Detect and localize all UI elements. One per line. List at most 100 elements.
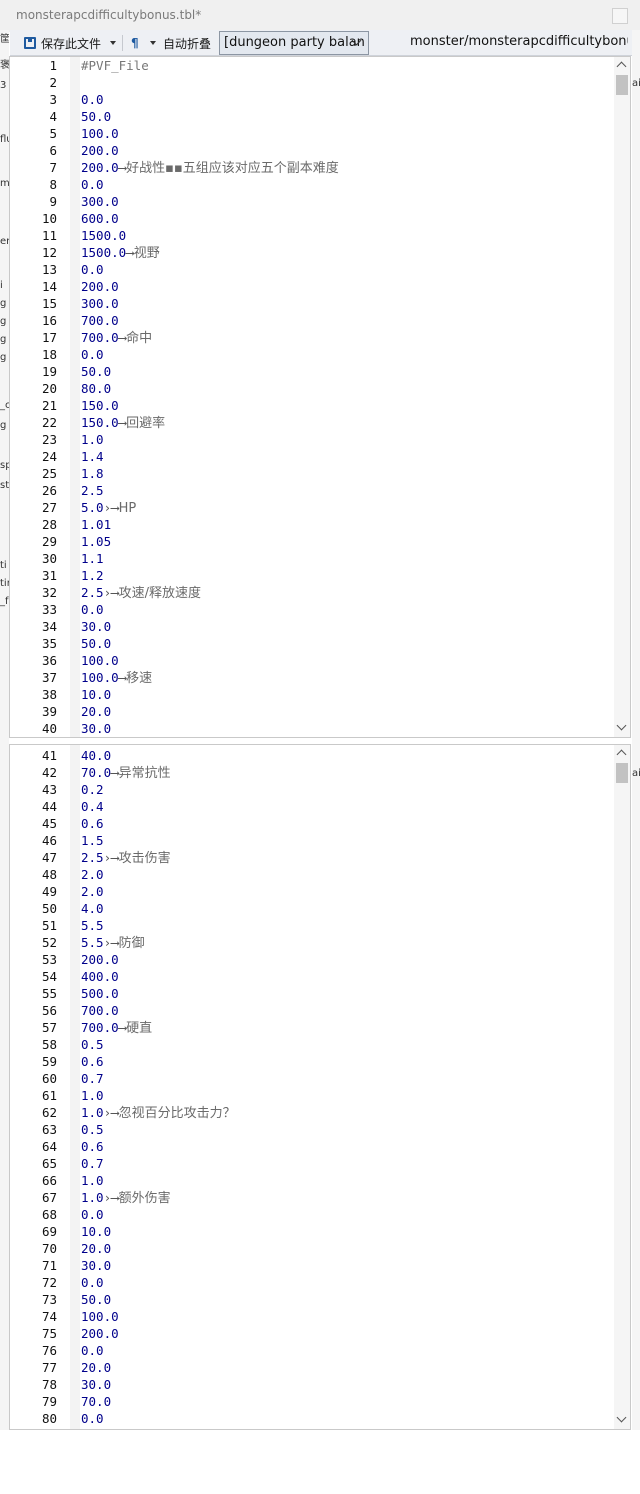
- chevron-up-icon[interactable]: [616, 61, 627, 72]
- code-line[interactable]: 31 1.2: [10, 567, 615, 584]
- code-line[interactable]: 79 70.0: [10, 1393, 615, 1410]
- code-line[interactable]: 14 200.0: [10, 278, 615, 295]
- code-line[interactable]: 11 1500.0: [10, 227, 615, 244]
- format-dropdown-icon[interactable]: [150, 41, 156, 45]
- code-line[interactable]: 46 1.5: [10, 832, 615, 849]
- code-line[interactable]: 12 1500.0⟶视野: [10, 244, 615, 261]
- vertical-scrollbar[interactable]: [614, 745, 630, 1429]
- annotation-note: 视野: [133, 246, 160, 261]
- code-line[interactable]: 47 2.5›⟶攻击伤害: [10, 849, 615, 866]
- code-line[interactable]: 23 1.0: [10, 431, 615, 448]
- code-line[interactable]: 64 0.6: [10, 1138, 615, 1155]
- scrollbar-thumb[interactable]: [616, 75, 628, 95]
- code-line[interactable]: 37 100.0⟶移速: [10, 669, 615, 686]
- code-line[interactable]: 15 300.0: [10, 295, 615, 312]
- code-line[interactable]: 56 700.0: [10, 1002, 615, 1019]
- code-line[interactable]: 44 0.4: [10, 798, 615, 815]
- chevron-up-icon[interactable]: [616, 749, 627, 760]
- code-line[interactable]: 70 20.0: [10, 1240, 615, 1257]
- code-line[interactable]: 32 2.5›⟶攻速/释放速度: [10, 584, 615, 601]
- code-line[interactable]: 38 10.0: [10, 686, 615, 703]
- code-line[interactable]: 18 0.0: [10, 346, 615, 363]
- close-icon[interactable]: [612, 8, 628, 24]
- code-line[interactable]: 26 2.5: [10, 482, 615, 499]
- code-line[interactable]: 36 100.0: [10, 652, 615, 669]
- code-line[interactable]: 49 2.0: [10, 883, 615, 900]
- code-line[interactable]: 19 50.0: [10, 363, 615, 380]
- code-line[interactable]: 4 50.0: [10, 108, 615, 125]
- code-line[interactable]: 7 200.0⟶好战性▪▪五组应该对应五个副本难度: [10, 159, 615, 176]
- code-line[interactable]: 54 400.0: [10, 968, 615, 985]
- code-line[interactable]: 76 0.0: [10, 1342, 615, 1359]
- code-line[interactable]: 34 30.0: [10, 618, 615, 635]
- code-line[interactable]: 57 700.0⟶硬直: [10, 1019, 615, 1036]
- code-line[interactable]: 21 150.0: [10, 397, 615, 414]
- chevron-down-icon[interactable]: [616, 720, 627, 731]
- code-line[interactable]: 77 20.0: [10, 1359, 615, 1376]
- code-line[interactable]: 41 40.0: [10, 747, 615, 764]
- code-line[interactable]: 48 2.0: [10, 866, 615, 883]
- scrollbar-thumb[interactable]: [616, 763, 628, 783]
- code-line[interactable]: 10 600.0: [10, 210, 615, 227]
- code-line[interactable]: 43 0.2: [10, 781, 615, 798]
- code-line[interactable]: 68 0.0: [10, 1206, 615, 1223]
- code-line[interactable]: 52 5.5›⟶防御: [10, 934, 615, 951]
- code-line[interactable]: 65 0.7: [10, 1155, 615, 1172]
- code-line[interactable]: 22 150.0⟶回避率: [10, 414, 615, 431]
- chevron-down-icon[interactable]: [616, 1412, 627, 1423]
- code-line[interactable]: 2: [10, 74, 615, 91]
- code-line[interactable]: 53 200.0: [10, 951, 615, 968]
- code-line[interactable]: 63 0.5: [10, 1121, 615, 1138]
- code-line[interactable]: 28 1.01: [10, 516, 615, 533]
- format-icon[interactable]: ¶: [131, 36, 139, 50]
- code-line[interactable]: 66 1.0: [10, 1172, 615, 1189]
- code-line[interactable]: 30 1.1: [10, 550, 615, 567]
- code-line[interactable]: 39 20.0: [10, 703, 615, 720]
- background-text-fragment: i: [0, 280, 3, 291]
- code-line[interactable]: 5 100.0: [10, 125, 615, 142]
- code-line[interactable]: 8 0.0: [10, 176, 615, 193]
- code-line[interactable]: 75 200.0: [10, 1325, 615, 1342]
- code-line[interactable]: 27 5.0›⟶HP: [10, 499, 615, 516]
- code-line[interactable]: 55 500.0: [10, 985, 615, 1002]
- code-line[interactable]: 58 0.5: [10, 1036, 615, 1053]
- code-line[interactable]: 74 100.0: [10, 1308, 615, 1325]
- vertical-scrollbar[interactable]: [614, 57, 630, 737]
- code-line[interactable]: 72 0.0: [10, 1274, 615, 1291]
- code-line[interactable]: 25 1.8: [10, 465, 615, 482]
- editor-pane-bottom[interactable]: 41 40.0 42 70.0⟶异常抗性 43 0.2 44 0.4 45 0.6 46 1.5 47 2…: [9, 744, 631, 1430]
- save-icon[interactable]: [24, 37, 36, 49]
- section-select[interactable]: [dungeon party balan: [219, 31, 369, 55]
- code-line[interactable]: 71 30.0: [10, 1257, 615, 1274]
- code-line[interactable]: 42 70.0⟶异常抗性: [10, 764, 615, 781]
- code-line[interactable]: 78 30.0: [10, 1376, 615, 1393]
- code-line[interactable]: 73 50.0: [10, 1291, 615, 1308]
- code-line[interactable]: 45 0.6: [10, 815, 615, 832]
- code-line[interactable]: 40 30.0: [10, 720, 615, 737]
- code-line[interactable]: 35 50.0: [10, 635, 615, 652]
- code-line[interactable]: 69 10.0: [10, 1223, 615, 1240]
- code-line[interactable]: 9 300.0: [10, 193, 615, 210]
- code-line[interactable]: 59 0.6: [10, 1053, 615, 1070]
- code-line[interactable]: 29 1.05: [10, 533, 615, 550]
- code-line[interactable]: 62 1.0›⟶忽视百分比攻击力？: [10, 1104, 615, 1121]
- code-line[interactable]: 20 80.0: [10, 380, 615, 397]
- code-line[interactable]: 80 0.0: [10, 1410, 615, 1427]
- code-line[interactable]: 51 5.5: [10, 917, 615, 934]
- editor-pane-top[interactable]: 1 #PVF_File 2 3 0.0 4 50.0 5 100.0 6 200.0 7 200.0⟶好…: [9, 56, 631, 738]
- code-line[interactable]: 61 1.0: [10, 1087, 615, 1104]
- code-line[interactable]: 13 0.0: [10, 261, 615, 278]
- code-line[interactable]: 67 1.0›⟶额外伤害: [10, 1189, 615, 1206]
- code-line[interactable]: 3 0.0: [10, 91, 615, 108]
- code-line[interactable]: 6 200.0: [10, 142, 615, 159]
- code-line[interactable]: 17 700.0⟶命中: [10, 329, 615, 346]
- code-line[interactable]: 50 4.0: [10, 900, 615, 917]
- code-line[interactable]: 16 700.0: [10, 312, 615, 329]
- code-line[interactable]: 33 0.0: [10, 601, 615, 618]
- code-line[interactable]: 1 #PVF_File: [10, 57, 615, 74]
- save-button[interactable]: 保存此文件: [41, 35, 101, 52]
- auto-fold-button[interactable]: 自动折叠: [163, 35, 211, 52]
- save-dropdown-icon[interactable]: [110, 41, 116, 45]
- code-line[interactable]: 60 0.7: [10, 1070, 615, 1087]
- code-line[interactable]: 24 1.4: [10, 448, 615, 465]
